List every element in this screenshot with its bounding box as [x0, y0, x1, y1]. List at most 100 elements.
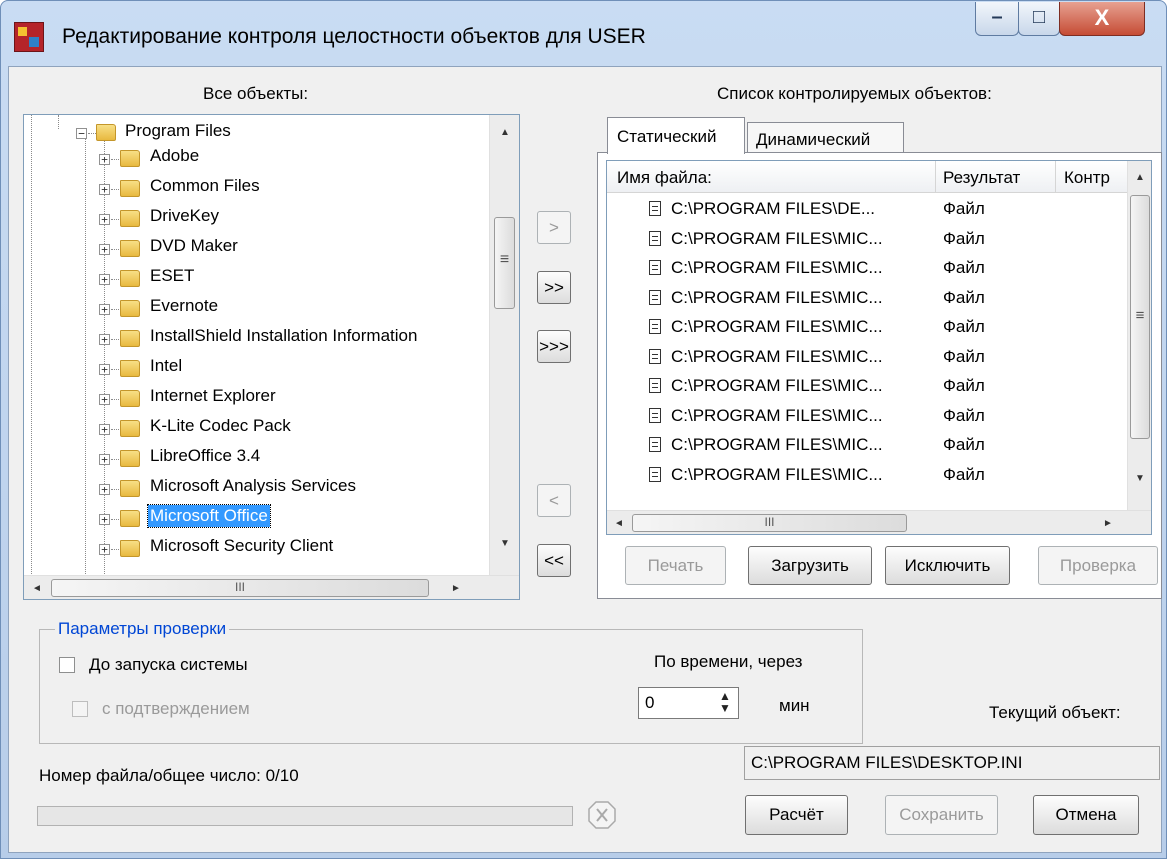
print-button[interactable]: Печать: [625, 546, 726, 585]
add-all-button[interactable]: >>>: [537, 330, 571, 363]
expand-icon[interactable]: +: [99, 454, 110, 465]
expand-icon[interactable]: +: [99, 304, 110, 315]
table-row[interactable]: C:\PROGRAM FILES\MIC... Файл: [607, 224, 1127, 253]
tree-item[interactable]: + InstallShield Installation Information: [24, 325, 484, 351]
table-row[interactable]: C:\PROGRAM FILES\MIC... Файл: [607, 401, 1127, 430]
expand-icon[interactable]: +: [99, 244, 110, 255]
folder-icon: [120, 540, 140, 557]
controlled-files-list[interactable]: Имя файла: Результат Контр C:\PROGRAM FI…: [606, 160, 1152, 535]
scroll-down-icon[interactable]: ▼: [1132, 473, 1148, 484]
object-tree[interactable]: − Program Files + Adobe + Common Files + Driv…: [23, 114, 520, 600]
grip-icon: ≡: [1135, 307, 1145, 324]
minimize-button[interactable]: –: [975, 2, 1019, 36]
tree-item[interactable]: + Common Files: [24, 175, 484, 201]
expand-icon[interactable]: +: [99, 214, 110, 225]
folder-icon: [120, 420, 140, 437]
before-start-checkbox[interactable]: [59, 657, 75, 673]
confirm-checkbox[interactable]: [72, 701, 88, 717]
spin-down-icon[interactable]: ▼: [719, 702, 731, 714]
tree-item-label: Microsoft Office: [147, 504, 271, 528]
tree-item[interactable]: + DriveKey: [24, 205, 484, 231]
tree-vertical-scrollbar[interactable]: ▲ ≡ ▼: [489, 115, 519, 575]
tree-item[interactable]: + Intel: [24, 355, 484, 381]
scroll-right-icon[interactable]: ►: [448, 583, 464, 594]
table-row[interactable]: C:\PROGRAM FILES\MIC... Файл: [607, 312, 1127, 341]
folder-icon: [120, 390, 140, 407]
expand-icon[interactable]: +: [99, 424, 110, 435]
tree-item[interactable]: + Microsoft Analysis Services: [24, 475, 484, 501]
load-button[interactable]: Загрузить: [748, 546, 872, 585]
add-one-button[interactable]: >: [537, 211, 571, 244]
expand-icon[interactable]: +: [99, 514, 110, 525]
expand-icon[interactable]: +: [99, 484, 110, 495]
table-row[interactable]: C:\PROGRAM FILES\MIC... Файл: [607, 342, 1127, 371]
save-button[interactable]: Сохранить: [885, 795, 998, 835]
close-button[interactable]: X: [1059, 2, 1145, 36]
exclude-button[interactable]: Исключить: [885, 546, 1010, 585]
grip-icon: III: [764, 515, 775, 529]
tree-item[interactable]: + Microsoft Security Client: [24, 535, 484, 561]
scroll-thumb[interactable]: III: [51, 579, 429, 597]
table-row[interactable]: C:\PROGRAM FILES\MIC... Файл: [607, 283, 1127, 312]
tree-item[interactable]: + Evernote: [24, 295, 484, 321]
expand-icon[interactable]: +: [99, 184, 110, 195]
table-row[interactable]: C:\PROGRAM FILES\MIC... Файл: [607, 460, 1127, 489]
tab-static[interactable]: Статический: [607, 117, 745, 154]
row-filename: C:\PROGRAM FILES\MIC...: [671, 405, 883, 425]
column-header-control[interactable]: Контр: [1056, 161, 1136, 192]
minutes-spinner[interactable]: 0 ▲ ▼: [638, 687, 739, 719]
controlled-objects-heading: Список контролируемых объектов:: [717, 84, 992, 103]
folder-icon: [120, 270, 140, 287]
scroll-left-icon[interactable]: ◄: [29, 583, 45, 594]
tree-item-program-files[interactable]: − Program Files: [24, 119, 484, 145]
tab-dynamic[interactable]: Динамический: [747, 122, 904, 153]
column-header-filename[interactable]: Имя файла:: [607, 161, 936, 192]
check-button[interactable]: Проверка: [1038, 546, 1158, 585]
tree-item[interactable]: + Internet Explorer: [24, 385, 484, 411]
column-header-result[interactable]: Результат: [935, 161, 1056, 192]
scroll-left-icon[interactable]: ◄: [611, 518, 627, 529]
table-row[interactable]: C:\PROGRAM FILES\MIC... Файл: [607, 430, 1127, 459]
expand-icon[interactable]: +: [99, 154, 110, 165]
row-filename: C:\PROGRAM FILES\MIC...: [671, 346, 883, 366]
calculate-button[interactable]: Расчёт: [745, 795, 848, 835]
file-icon: [649, 378, 661, 393]
scroll-down-icon[interactable]: ▼: [497, 538, 513, 549]
table-row[interactable]: C:\PROGRAM FILES\MIC... Файл: [607, 371, 1127, 400]
confirm-label: с подтверждением: [102, 699, 250, 718]
minutes-input[interactable]: 0: [645, 693, 654, 713]
scroll-thumb[interactable]: ≡: [494, 217, 515, 309]
cancel-button[interactable]: Отмена: [1033, 795, 1139, 835]
expand-icon[interactable]: +: [99, 394, 110, 405]
scroll-thumb[interactable]: III: [632, 514, 907, 532]
add-many-button[interactable]: >>: [537, 271, 571, 304]
file-icon: [649, 201, 661, 216]
table-row[interactable]: C:\PROGRAM FILES\DE... Файл: [607, 194, 1127, 223]
tree-item[interactable]: + Adobe: [24, 145, 484, 171]
list-horizontal-scrollbar[interactable]: ◄ III ►: [607, 510, 1151, 534]
stop-button[interactable]: [587, 799, 617, 831]
remove-one-button[interactable]: <: [537, 484, 571, 517]
tree-item[interactable]: + LibreOffice 3.4: [24, 445, 484, 471]
expand-icon[interactable]: +: [99, 274, 110, 285]
table-row[interactable]: C:\PROGRAM FILES\MIC... Файл: [607, 253, 1127, 282]
tree-horizontal-scrollbar[interactable]: ◄ III ►: [24, 575, 519, 599]
tree-item-label: ESET: [150, 266, 195, 285]
tree-item[interactable]: + ESET: [24, 265, 484, 291]
remove-all-button[interactable]: <<: [537, 544, 571, 577]
tree-item[interactable]: + Microsoft Office: [24, 504, 484, 531]
expand-icon[interactable]: +: [99, 334, 110, 345]
row-filename: C:\PROGRAM FILES\MIC...: [671, 464, 883, 484]
scroll-right-icon[interactable]: ►: [1100, 518, 1116, 529]
tree-item[interactable]: + K-Lite Codec Pack: [24, 415, 484, 441]
tree-item[interactable]: + DVD Maker: [24, 235, 484, 261]
file-icon: [649, 319, 661, 334]
list-vertical-scrollbar[interactable]: ▲ ≡ ▼: [1127, 161, 1151, 510]
expand-icon[interactable]: +: [99, 364, 110, 375]
scroll-thumb[interactable]: ≡: [1130, 195, 1150, 439]
scroll-up-icon[interactable]: ▲: [1132, 172, 1148, 183]
expand-icon[interactable]: +: [99, 544, 110, 555]
collapse-icon[interactable]: −: [76, 128, 87, 139]
scroll-up-icon[interactable]: ▲: [497, 127, 513, 138]
maximize-button[interactable]: □: [1018, 2, 1060, 36]
